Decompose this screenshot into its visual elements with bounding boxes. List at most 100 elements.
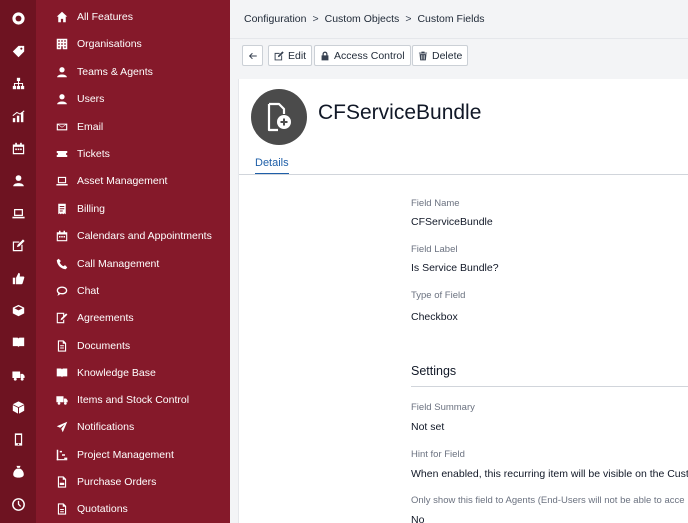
record-avatar [251,89,307,145]
user-icon[interactable] [0,170,36,190]
sidebar-item-label: Call Management [77,258,160,270]
edit-icon[interactable] [0,235,36,255]
sidebar-item-organisations[interactable]: Organisations [36,33,230,55]
chat-icon [55,284,69,298]
money-bag-icon[interactable] [0,461,36,481]
chart-icon[interactable] [0,106,36,126]
sidebar-item-project-management[interactable]: Project Management [36,444,230,466]
sidebar-item-label: Agreements [77,312,134,324]
sidebar-item-label: Calendars and Appointments [77,230,212,242]
lock-icon [321,51,329,60]
sidebar-menu: All Features Organisations Teams & Agent… [36,0,230,523]
calendar-icon[interactable] [0,138,36,158]
sidebar-item-label: Users [77,93,105,105]
box-icon[interactable] [0,300,36,320]
hint-label: Hint for Field [411,449,465,460]
sidebar-item-billing[interactable]: Billing [36,198,230,220]
laptop-icon[interactable] [0,203,36,223]
record-panel: CFServiceBundle Details Field Name CFSer… [238,79,688,523]
sidebar-item-asset-management[interactable]: Asset Management [36,170,230,192]
hint-value: When enabled, this recurring item will b… [411,468,688,480]
notification-icon [55,420,69,434]
arrow-left-icon [248,52,257,59]
field-name-value: CFServiceBundle [411,216,493,228]
building-icon [55,37,69,51]
field-summary-label: Field Summary [411,402,475,413]
purchase-order-icon [55,475,69,489]
user-icon [55,92,69,106]
sidebar-item-all-features[interactable]: All Features [36,6,230,28]
sidebar-item-label: Billing [77,203,106,215]
edit-button[interactable]: Edit [268,45,313,66]
sidebar-item-teams-agents[interactable]: Teams & Agents [36,61,230,83]
field-summary-value: Not set [411,421,445,433]
sidebar-item-label: Quotations [77,503,128,515]
sidebar-item-label: Tickets [77,148,110,160]
sidebar-item-quotations[interactable]: Quotations [36,498,230,520]
settings-divider [411,386,688,387]
field-type-value: Checkbox [411,311,458,323]
edit-button-label: Edit [288,49,307,62]
tag-icon[interactable] [0,41,36,61]
hierarchy-icon[interactable] [0,73,36,93]
delete-button-label: Delete [432,49,463,62]
knowledge-icon [55,366,69,380]
field-type-label: Type of Field [411,290,466,301]
sidebar-item-label: Chat [77,285,100,297]
book-icon[interactable] [0,332,36,352]
sidebar-item-agreements[interactable]: Agreements [36,307,230,329]
sidebar-item-label: All Features [77,11,134,23]
logo-icon[interactable] [0,8,36,28]
sidebar-item-users[interactable]: Users [36,88,230,110]
package-icon[interactable] [0,397,36,417]
sidebar-item-knowledge-base[interactable]: Knowledge Base [36,362,230,384]
home-icon [55,10,69,24]
breadcrumb-custom-objects[interactable]: Custom Objects [325,13,400,25]
sidebar-item-label: Asset Management [77,175,168,187]
laptop-icon [55,174,69,188]
project-icon [55,448,69,462]
sidebar-item-chat[interactable]: Chat [36,280,230,302]
settings-heading: Settings [411,364,457,378]
tab-divider [239,174,688,175]
delete-button[interactable]: Delete [412,45,469,66]
sidebar-item-notifications[interactable]: Notifications [36,416,230,438]
sidebar-item-label: Teams & Agents [77,66,153,78]
sidebar-item-tickets[interactable]: Tickets [36,143,230,165]
back-button[interactable] [242,45,263,66]
sidebar-item-call-management[interactable]: Call Management [36,253,230,275]
breadcrumb-configuration[interactable]: Configuration [244,13,306,25]
field-label-value: Is Service Bundle? [411,262,499,274]
billing-icon [55,202,69,216]
truck-icon[interactable] [0,365,36,385]
breadcrumb-separator: > [312,13,319,25]
breadcrumb-custom-fields[interactable]: Custom Fields [417,13,484,25]
document-add-icon [267,102,291,132]
user-icon [55,65,69,79]
document-icon [55,339,69,353]
sidebar-item-purchase-orders[interactable]: Purchase Orders [36,471,230,493]
mobile-icon[interactable] [0,429,36,449]
sidebar-item-items-stock[interactable]: Items and Stock Control [36,389,230,411]
stock-icon [55,393,69,407]
edit-icon [274,50,284,60]
sidebar-item-label: Project Management [77,449,174,461]
access-control-button[interactable]: Access Control [314,45,411,66]
sidebar-item-email[interactable]: Email [36,116,230,138]
tab-details[interactable]: Details [255,157,289,175]
sidebar-item-documents[interactable]: Documents [36,335,230,357]
phone-icon [55,257,69,271]
field-label-label: Field Label [411,244,458,255]
quotation-icon [55,502,69,516]
field-name-label: Field Name [411,198,460,209]
thumbs-up-icon[interactable] [0,268,36,288]
trash-icon [418,51,428,60]
sidebar-item-calendars[interactable]: Calendars and Appointments [36,225,230,247]
clock-icon[interactable] [0,494,36,514]
record-title: CFServiceBundle [318,101,482,124]
calendar-icon [55,229,69,243]
sidebar-item-label: Notifications [77,421,135,433]
sidebar-item-label: Knowledge Base [77,367,156,379]
ticket-icon [55,147,69,161]
sidebar-item-label: Email [77,121,104,133]
